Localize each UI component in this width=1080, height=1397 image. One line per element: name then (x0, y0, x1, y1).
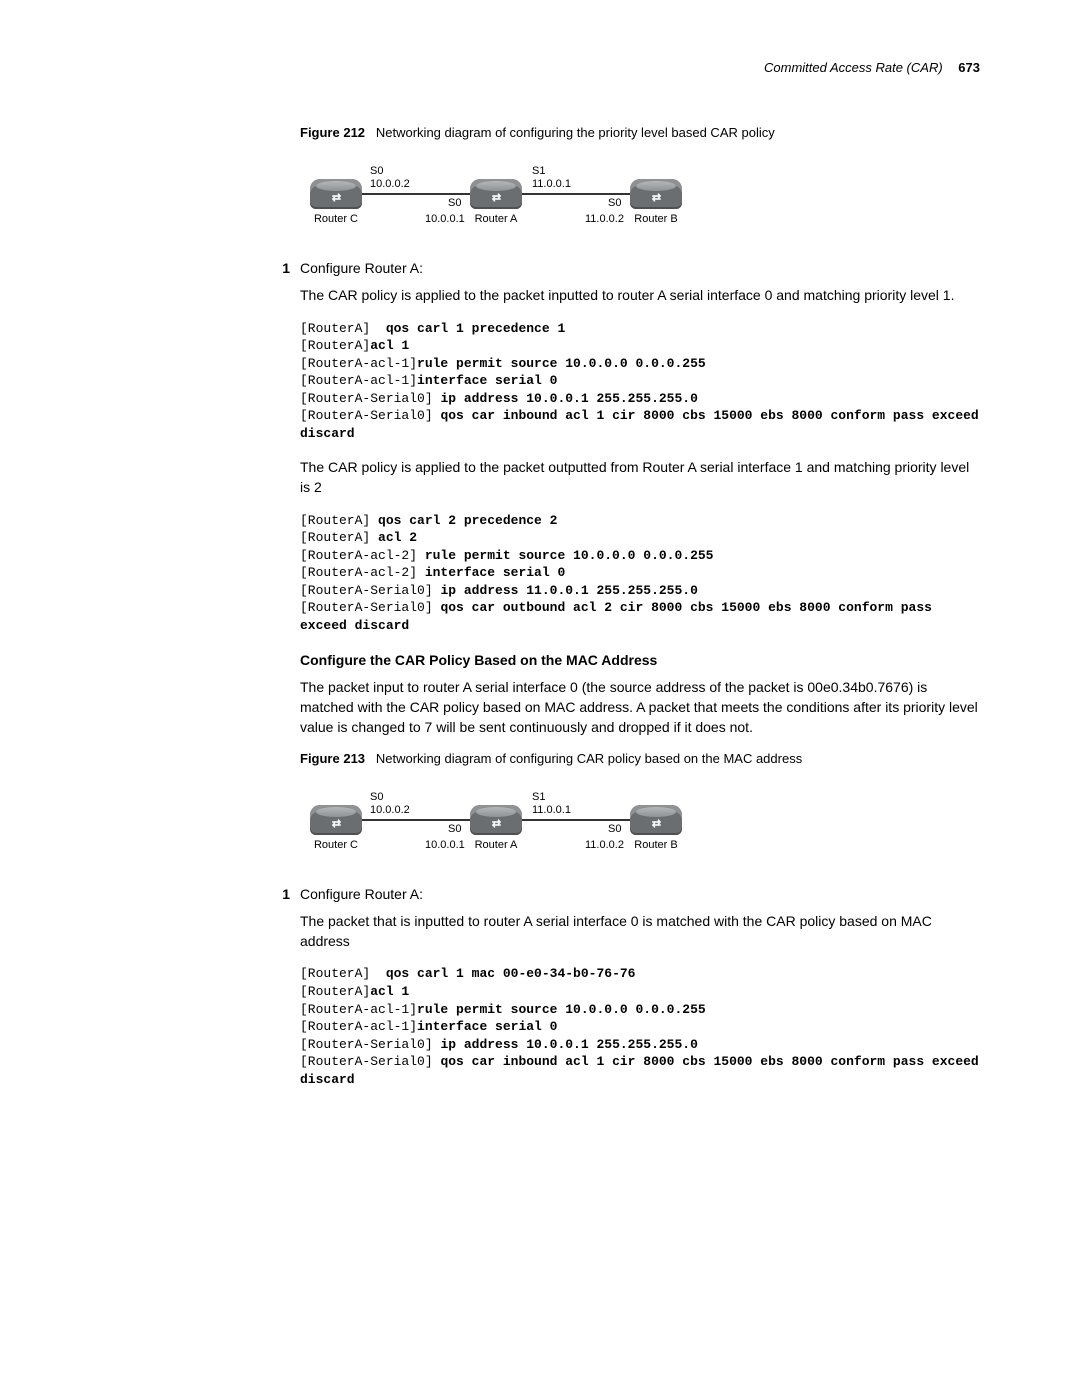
code-block-2: [RouterA] qos carl 2 precedence 2 [Route… (300, 512, 980, 635)
step-1b-num: 1 (272, 886, 290, 902)
code-block-1: [RouterA] qos carl 1 precedence 1 [Route… (300, 320, 980, 443)
c1l3b: rule permit source 10.0.0.0 0.0.0.255 (417, 356, 706, 371)
figure-213-label: Figure 213 (300, 751, 365, 766)
figure-212-label: Figure 212 (300, 125, 365, 140)
figure-213-caption: Figure 213 Networking diagram of configu… (300, 751, 980, 766)
c2l2b: acl 2 (378, 530, 417, 545)
c2l3a: [RouterA-acl-2] (300, 548, 425, 563)
port-s0-tl: S0 (370, 165, 383, 177)
c3l5b: ip address 10.0.0.1 255.255.255.0 (440, 1037, 697, 1052)
c2l4a: [RouterA-acl-2] (300, 565, 425, 580)
c3l5a: [RouterA-Serial0] (300, 1037, 440, 1052)
c3l6a: [RouterA-Serial0] (300, 1054, 440, 1069)
c2l5b: ip address 11.0.0.1 255.255.255.0 (440, 583, 697, 598)
c1l3a: [RouterA-acl-1] (300, 356, 417, 371)
router-icon: ⇄ (310, 179, 362, 209)
c1l1a: [RouterA] (300, 321, 386, 336)
c1l2a: [RouterA] (300, 338, 370, 353)
port-s1-tr: S1 (532, 165, 545, 177)
c3l4b: interface serial 0 (417, 1019, 557, 1034)
figure-212-text: Networking diagram of configuring the pr… (376, 125, 775, 140)
c2l3b: rule permit source 10.0.0.0 0.0.0.255 (425, 548, 714, 563)
c3l1a: [RouterA] (300, 966, 386, 981)
c1l4a: [RouterA-acl-1] (300, 373, 417, 388)
figure-212-caption: Figure 212 Networking diagram of configu… (300, 125, 980, 140)
figure-213-diagram: ⇄ Router C S0 10.0.0.2 S0 10.0.0.1 ⇄ Rou… (310, 791, 750, 866)
step-1b-text: Configure Router A: (300, 886, 980, 902)
para-2: The CAR policy is applied to the packet … (300, 458, 980, 497)
router-b-label: Router B (630, 213, 682, 225)
header-title: Committed Access Rate (CAR) (764, 60, 943, 75)
c1l6a: [RouterA-Serial0] (300, 408, 440, 423)
router-c-label: Router C (310, 213, 362, 225)
step-1a: 1 Configure Router A: (300, 260, 980, 276)
port-s0-br-2: S0 (608, 823, 621, 835)
c1l2b: acl 1 (370, 338, 409, 353)
router-icon: ⇄ (470, 805, 522, 835)
c1l4b: interface serial 0 (417, 373, 557, 388)
link-ab-2 (522, 819, 630, 821)
ip-tl: 10.0.0.2 (370, 178, 410, 190)
c3l1b: qos carl 1 mac 00-e0-34-b0-76-76 (386, 966, 636, 981)
port-s0-tl-2: S0 (370, 791, 383, 803)
router-a-label-2: Router A (470, 839, 522, 851)
ip-tr: 11.0.0.1 (532, 178, 571, 190)
link-ab (522, 193, 630, 195)
router-c-node-2: ⇄ Router C (310, 805, 362, 851)
port-s1-tr-2: S1 (532, 791, 545, 803)
router-c-node: ⇄ Router C (310, 179, 362, 225)
c3l3a: [RouterA-acl-1] (300, 1002, 417, 1017)
ip-tr-2: 11.0.0.1 (532, 804, 571, 816)
ip-br-2: 11.0.0.2 (585, 839, 624, 851)
step-1a-num: 1 (272, 260, 290, 276)
c3l2b: acl 1 (370, 984, 409, 999)
c2l1a: [RouterA] (300, 513, 378, 528)
c2l6a: [RouterA-Serial0] (300, 600, 440, 615)
ip-bl: 10.0.0.1 (425, 213, 465, 225)
router-icon: ⇄ (310, 805, 362, 835)
c3l2a: [RouterA] (300, 984, 370, 999)
router-b-node: ⇄ Router B (630, 179, 682, 225)
router-b-label-2: Router B (630, 839, 682, 851)
figure-213-text: Networking diagram of configuring CAR po… (376, 751, 802, 766)
para-4: The packet that is inputted to router A … (300, 912, 980, 951)
router-icon: ⇄ (630, 179, 682, 209)
link-ca-2 (362, 819, 470, 821)
para-1: The CAR policy is applied to the packet … (300, 286, 980, 306)
router-icon: ⇄ (630, 805, 682, 835)
c2l5a: [RouterA-Serial0] (300, 583, 440, 598)
c1l5a: [RouterA-Serial0] (300, 391, 440, 406)
router-a-node-2: ⇄ Router A (470, 805, 522, 851)
port-s0-br: S0 (608, 197, 621, 209)
router-b-node-2: ⇄ Router B (630, 805, 682, 851)
router-c-label-2: Router C (310, 839, 362, 851)
ip-tl-2: 10.0.0.2 (370, 804, 410, 816)
para-3: The packet input to router A serial inte… (300, 678, 980, 737)
section-2-head: Configure the CAR Policy Based on the MA… (300, 652, 980, 668)
page-number: 673 (958, 60, 980, 75)
step-1a-text: Configure Router A: (300, 260, 980, 276)
code-block-3: [RouterA] qos carl 1 mac 00-e0-34-b0-76-… (300, 965, 980, 1088)
router-a-label: Router A (470, 213, 522, 225)
step-1b: 1 Configure Router A: (300, 886, 980, 902)
page-header: Committed Access Rate (CAR) 673 (100, 60, 980, 75)
c3l4a: [RouterA-acl-1] (300, 1019, 417, 1034)
c1l5b: ip address 10.0.0.1 255.255.255.0 (440, 391, 697, 406)
c2l1b: qos carl 2 precedence 2 (378, 513, 557, 528)
ip-bl-2: 10.0.0.1 (425, 839, 465, 851)
router-icon: ⇄ (470, 179, 522, 209)
port-s0-bl-2: S0 (448, 823, 461, 835)
c2l2a: [RouterA] (300, 530, 378, 545)
c3l3b: rule permit source 10.0.0.0 0.0.0.255 (417, 1002, 706, 1017)
c1l1b: qos carl 1 precedence 1 (386, 321, 565, 336)
port-s0-bl: S0 (448, 197, 461, 209)
router-a-node: ⇄ Router A (470, 179, 522, 225)
ip-br: 11.0.0.2 (585, 213, 624, 225)
page-content: Figure 212 Networking diagram of configu… (300, 125, 980, 1088)
link-ca (362, 193, 470, 195)
figure-212-diagram: ⇄ Router C S0 10.0.0.2 S0 10.0.0.1 ⇄ Rou… (310, 165, 750, 240)
c2l4b: interface serial 0 (425, 565, 565, 580)
